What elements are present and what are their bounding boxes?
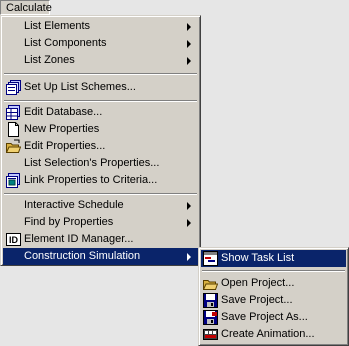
submenu-arrow-icon — [187, 23, 191, 31]
menu-item-new-properties[interactable]: New Properties — [3, 121, 198, 138]
menu-item-construction-simulation[interactable]: Construction Simulation — [3, 248, 198, 265]
list-schemes-icon — [6, 80, 21, 95]
menu-item-label: Find by Properties — [24, 216, 114, 228]
submenu-arrow-icon — [187, 57, 191, 65]
save-project-icon — [203, 293, 218, 308]
screen: Calculate List Elements List Components … — [0, 0, 349, 346]
menu-separator — [4, 100, 197, 102]
menu-item-interactive-schedule[interactable]: Interactive Schedule — [3, 197, 198, 214]
submenu-arrow-icon — [187, 40, 191, 48]
create-animation-icon — [203, 327, 218, 342]
menu-item-label: Interactive Schedule — [24, 199, 124, 211]
open-project-icon — [202, 276, 219, 291]
submenu-arrow-icon — [187, 202, 191, 210]
menu-item-label: List Selection's Properties... — [24, 157, 160, 169]
menu-item-list-zones[interactable]: List Zones — [3, 52, 198, 69]
edit-properties-icon — [5, 139, 22, 154]
menu-item-edit-database[interactable]: Edit Database... — [3, 104, 198, 121]
submenu-item-label: Show Task List — [221, 252, 295, 264]
calculate-dropdown: List Elements List Components List Zones — [0, 15, 201, 266]
menu-item-element-id-manager[interactable]: ID Element ID Manager... — [3, 231, 198, 248]
menu-item-label: List Components — [24, 37, 107, 49]
menu-item-label: Edit Properties... — [24, 140, 106, 152]
menu-item-link-properties-to-criteria[interactable]: Link Properties to Criteria... — [3, 172, 198, 189]
menu-item-list-selections-properties[interactable]: List Selection's Properties... — [3, 155, 198, 172]
menu-item-label: Set Up List Schemes... — [24, 81, 136, 93]
submenu-item-label: Open Project... — [221, 277, 295, 289]
submenu-item-label: Save Project... — [221, 294, 293, 306]
menu-calculate[interactable]: Calculate — [0, 0, 52, 15]
menu-calculate-label: Calculate — [6, 2, 52, 14]
id-manager-icon: ID — [6, 232, 21, 247]
submenu-arrow-icon — [187, 253, 191, 261]
submenu-arrow-icon — [187, 219, 191, 227]
submenu-item-create-animation[interactable]: Create Animation... — [201, 326, 346, 343]
menu-item-label: Construction Simulation — [24, 250, 141, 262]
menu-item-list-components[interactable]: List Components — [3, 35, 198, 52]
menu-item-find-by-properties[interactable]: Find by Properties — [3, 214, 198, 231]
construction-simulation-submenu: Show Task List Open Project... Save Proj… — [198, 247, 349, 346]
menu-item-set-up-list-schemes[interactable]: Set Up List Schemes... — [3, 79, 198, 96]
menu-separator — [4, 193, 197, 195]
save-project-as-icon — [203, 310, 218, 325]
menu-separator — [4, 73, 197, 75]
submenu-item-open-project[interactable]: Open Project... — [201, 275, 346, 292]
submenu-item-label: Save Project As... — [221, 311, 308, 323]
task-list-icon — [203, 251, 218, 266]
submenu-item-label: Create Animation... — [221, 328, 315, 340]
svg-text:ID: ID — [9, 235, 19, 245]
menu-item-label: List Elements — [24, 20, 91, 32]
submenu-item-save-project-as[interactable]: Save Project As... — [201, 309, 346, 326]
menu-item-label: Link Properties to Criteria... — [24, 174, 158, 186]
menu-item-label: Element ID Manager... — [24, 233, 134, 245]
menu-item-label: Edit Database... — [24, 106, 103, 118]
menu-item-label: List Zones — [24, 54, 75, 66]
menu-item-edit-properties[interactable]: Edit Properties... — [3, 138, 198, 155]
menu-item-label: New Properties — [24, 123, 100, 135]
menu-separator — [202, 270, 345, 272]
submenu-item-save-project[interactable]: Save Project... — [201, 292, 346, 309]
link-properties-icon — [6, 173, 21, 188]
database-icon — [6, 105, 21, 120]
submenu-item-show-task-list[interactable]: Show Task List — [201, 250, 346, 267]
new-properties-icon — [6, 122, 21, 137]
menu-item-list-elements[interactable]: List Elements — [3, 18, 198, 35]
